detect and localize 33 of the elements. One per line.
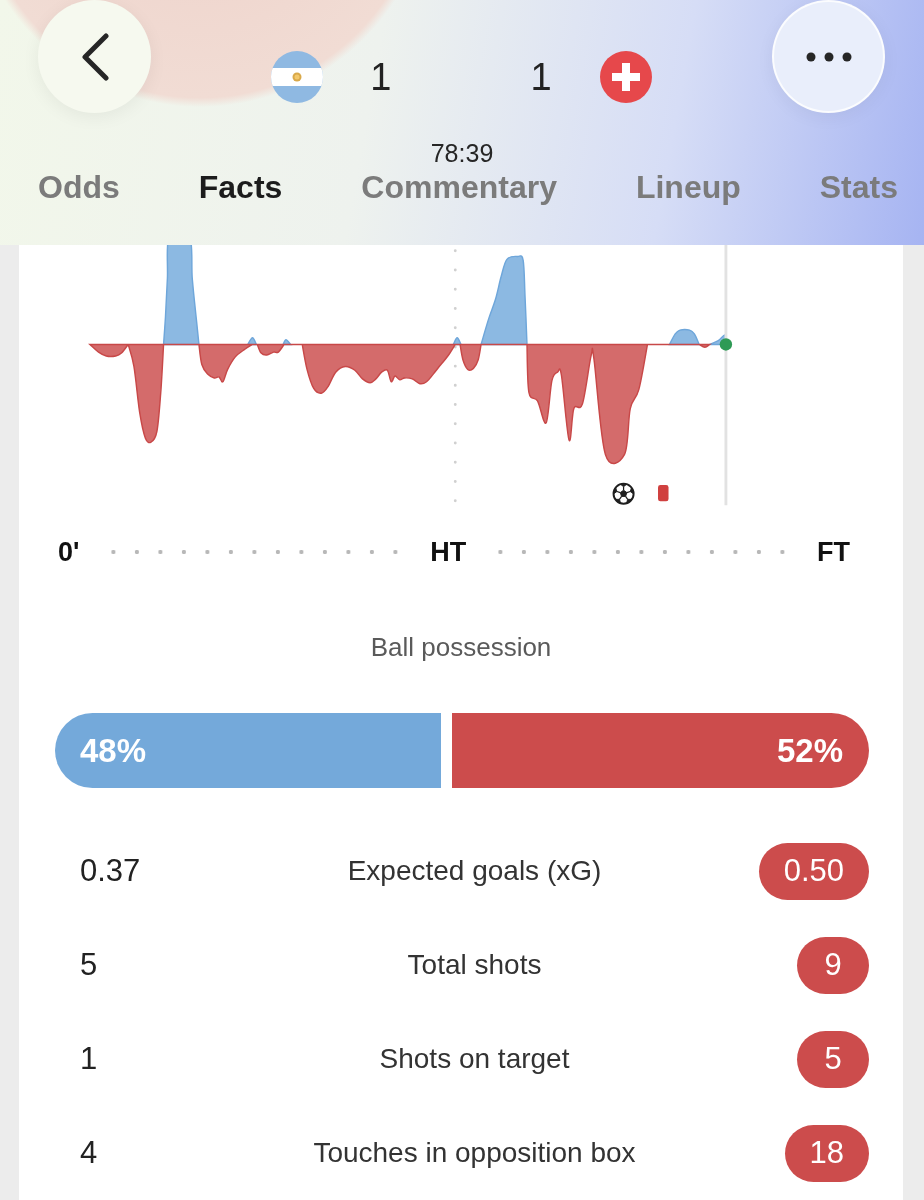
- card-icon: [658, 485, 669, 502]
- tab[interactable]: Commentary: [361, 168, 557, 206]
- tab[interactable]: Odds: [38, 168, 120, 206]
- tab[interactable]: Stats: [819, 168, 898, 206]
- stat-value: 1: [80, 1041, 98, 1077]
- stat-label: Shots on target: [378, 1042, 571, 1076]
- possession-title: Ball possession: [370, 631, 552, 664]
- timeline-label: HT: [430, 535, 467, 568]
- possession-percentage: 48%: [80, 734, 147, 767]
- cross-flag-icon: [599, 51, 652, 103]
- stat-value: 4: [80, 1135, 98, 1171]
- stat-label: Total shots: [406, 948, 543, 982]
- stat-label: Touches in opposition box: [312, 1136, 637, 1170]
- away-score: 1: [530, 58, 552, 96]
- timeline-label: 0': [58, 535, 80, 568]
- tab[interactable]: Lineup: [635, 168, 741, 206]
- live-dot-icon: [719, 338, 733, 351]
- soccer-ball-icon: [612, 482, 635, 505]
- stat-value-pill: 18: [784, 1124, 869, 1182]
- stat-value-pill: 9: [797, 936, 869, 994]
- stat-value: 0.37: [80, 853, 141, 889]
- match-clock: 78:39: [430, 139, 494, 167]
- possession-percentage: 52%: [776, 734, 843, 767]
- timeline-label: FT: [817, 535, 850, 568]
- chevron-left-icon: [80, 32, 109, 81]
- stat-value-pill: 0.50: [758, 842, 869, 900]
- stat-value-pill: 5: [797, 1030, 869, 1088]
- more-icon: [805, 51, 852, 62]
- stat-label: Expected goals (xG): [346, 854, 603, 888]
- tab[interactable]: Facts: [198, 168, 283, 206]
- home-score: 1: [370, 58, 392, 96]
- flag-icon: [271, 51, 324, 103]
- stat-value: 5: [80, 947, 98, 983]
